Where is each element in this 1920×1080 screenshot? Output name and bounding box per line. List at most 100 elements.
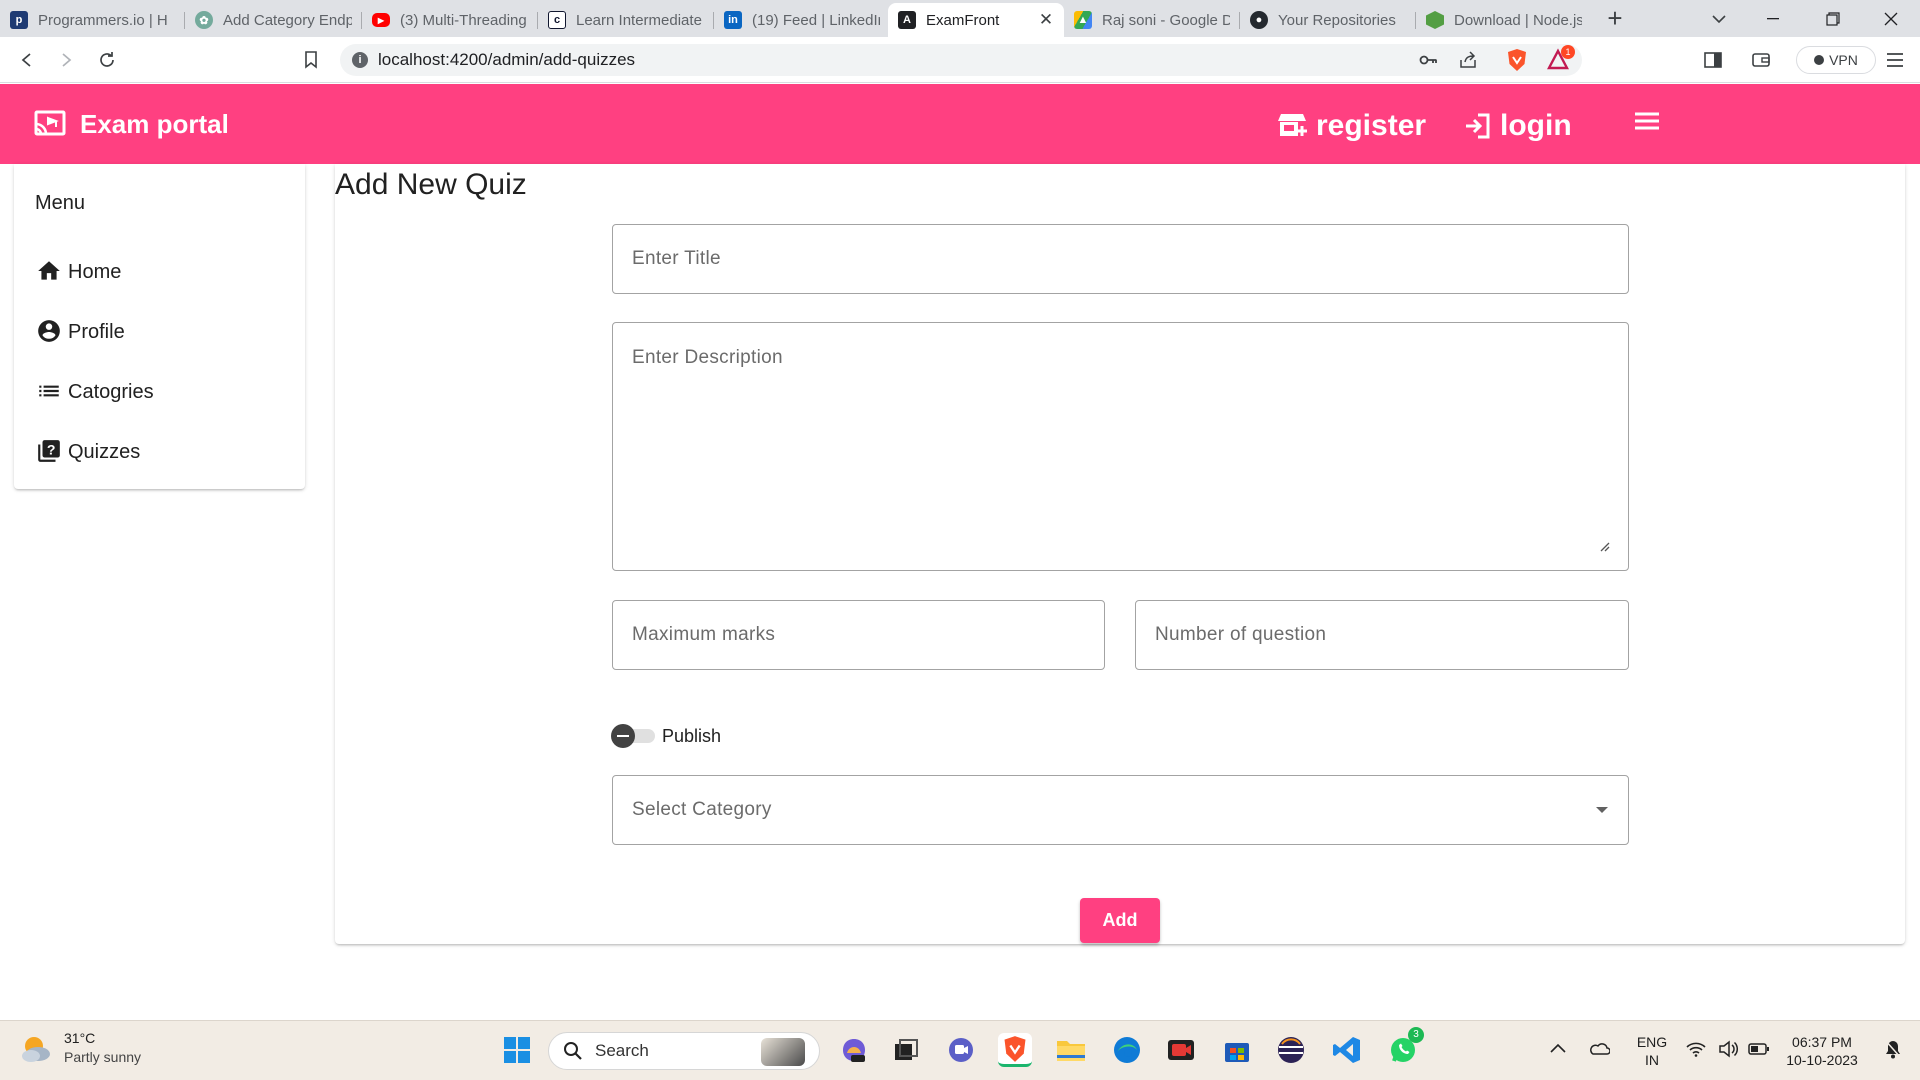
github-icon: ● <box>1250 11 1268 29</box>
browser-tab[interactable]: ✿ Add Category Endp <box>185 3 362 37</box>
tab-title: (3) Multi-Threading <box>400 11 527 29</box>
eclipse-icon[interactable] <box>1274 1033 1308 1067</box>
num-questions-field[interactable] <box>1135 600 1629 670</box>
browser-tab[interactable]: in (19) Feed | LinkedIn <box>714 3 890 37</box>
sidebar-item-label: Profile <box>68 321 125 343</box>
microsoft-store-icon[interactable] <box>1220 1033 1254 1067</box>
browser-tab[interactable]: Download | Node.js <box>1416 3 1592 37</box>
language-label: ENG <box>1636 1034 1668 1050</box>
wallet-icon[interactable] <box>1746 45 1776 75</box>
share-icon[interactable] <box>1458 50 1478 70</box>
reload-icon[interactable] <box>92 45 122 75</box>
sidebar-item-label: Quizzes <box>68 441 141 463</box>
brand-name: Exam portal <box>80 108 229 139</box>
volume-icon[interactable] <box>1718 1040 1738 1058</box>
description-input[interactable] <box>613 323 1628 570</box>
tab-title: ExamFront <box>926 11 1000 29</box>
sidebar-item-home[interactable]: Home <box>36 250 121 284</box>
sidebar-item-label: Catogries <box>68 381 154 403</box>
max-marks-field[interactable] <box>612 600 1105 670</box>
login-link[interactable]: login <box>1464 108 1572 144</box>
weather-temp: 31°C <box>64 1030 96 1046</box>
bookmark-icon[interactable] <box>296 45 326 75</box>
clock-date: 10-10-2023 <box>1786 1052 1858 1068</box>
tab-title: Download | Node.js <box>1454 11 1582 29</box>
description-field[interactable] <box>612 322 1629 571</box>
app-navbar: Exam portal register login <box>0 84 1920 164</box>
copilot-icon[interactable] <box>837 1033 871 1067</box>
browser-tab[interactable]: p Programmers.io | H <box>0 3 185 37</box>
browser-tab-active[interactable]: A ExamFront ✕ <box>888 3 1064 37</box>
browser-menu-icon[interactable] <box>1880 45 1910 75</box>
taskbar-search-label: Search <box>595 1041 649 1060</box>
password-key-icon[interactable] <box>1418 50 1438 70</box>
windows-start-icon[interactable] <box>500 1033 534 1067</box>
forward-icon[interactable] <box>51 45 81 75</box>
whatsapp-icon[interactable]: 3 <box>1386 1027 1424 1067</box>
minimize-icon[interactable] <box>1750 0 1796 37</box>
sidebar-toggle-icon[interactable] <box>1698 45 1728 75</box>
title-input[interactable] <box>613 225 1628 293</box>
screen-recorder-icon[interactable] <box>1164 1033 1198 1067</box>
browser-tab[interactable]: ▲ Raj soni - Google D <box>1064 3 1240 37</box>
weather-widget[interactable]: 31°C Partly sunny <box>18 1029 141 1067</box>
store-icon <box>1278 114 1307 136</box>
clock[interactable]: 06:37 PM 10-10-2023 <box>1776 1033 1868 1069</box>
teams-chat-icon[interactable] <box>944 1033 978 1067</box>
account-circle-icon <box>38 320 60 342</box>
category-select[interactable]: Select Category <box>612 775 1629 845</box>
tab-title: Learn Intermediate <box>576 11 702 29</box>
vpn-label: VPN <box>1829 52 1858 68</box>
title-field[interactable] <box>612 224 1629 294</box>
battery-icon[interactable] <box>1748 1042 1770 1056</box>
sidebar-item-quizzes[interactable]: ? Quizzes <box>36 430 140 464</box>
num-questions-input[interactable] <box>1136 601 1628 669</box>
address-bar[interactable]: i localhost:4200/admin/add-quizzes <box>340 44 1582 76</box>
add-quiz-card: Add New Quiz Publish Select Category Add <box>335 164 1905 944</box>
task-view-icon[interactable] <box>889 1033 923 1067</box>
quiz-icon: ? <box>38 440 60 462</box>
add-quiz-button[interactable]: Add <box>1080 898 1160 943</box>
vpn-status-icon <box>1814 55 1825 65</box>
taskbar-search[interactable]: Search <box>548 1032 820 1070</box>
restore-icon[interactable] <box>1810 0 1856 37</box>
browser-tab[interactable]: ▶ (3) Multi-Threading <box>362 3 538 37</box>
toggle-off-icon <box>611 724 635 748</box>
language-indicator[interactable]: ENG IN <box>1632 1033 1672 1069</box>
brave-browser-icon[interactable] <box>998 1033 1032 1067</box>
search-icon <box>564 1042 582 1060</box>
site-info-icon[interactable]: i <box>352 52 368 68</box>
onedrive-icon[interactable] <box>1588 1041 1610 1055</box>
sidebar: Menu Home Profile Catogries ? Quizzes <box>14 164 305 489</box>
register-link[interactable]: register <box>1278 108 1426 144</box>
edge-icon[interactable] <box>1110 1033 1144 1067</box>
new-tab-icon[interactable]: + <box>1592 0 1638 37</box>
weather-condition: Partly sunny <box>64 1049 142 1065</box>
chatgpt-icon: ✿ <box>195 11 213 29</box>
max-marks-input[interactable] <box>613 601 1104 669</box>
vscode-icon[interactable] <box>1330 1033 1364 1067</box>
windows-taskbar: 31°C Partly sunny Search 3 ENG IN 06:37 … <box>0 1020 1920 1080</box>
brave-rewards-icon[interactable]: 1 <box>1545 45 1575 75</box>
sidebar-item-categories[interactable]: Catogries <box>36 370 154 404</box>
sidebar-heading: Menu <box>35 192 86 214</box>
cast-for-education-icon <box>34 110 66 136</box>
tab-search-icon[interactable] <box>1696 0 1742 37</box>
show-hidden-icons-icon[interactable] <box>1550 1043 1566 1053</box>
hamburger-menu-icon[interactable] <box>1634 110 1662 138</box>
brand[interactable]: Exam portal <box>34 106 229 142</box>
notification-bell-icon[interactable] <box>1884 1039 1902 1059</box>
back-icon[interactable] <box>12 45 42 75</box>
close-tab-icon[interactable]: ✕ <box>1038 11 1054 28</box>
browser-tab[interactable]: c Learn Intermediate <box>538 3 714 37</box>
brave-shield-icon[interactable] <box>1502 45 1532 75</box>
file-explorer-icon[interactable] <box>1054 1033 1088 1067</box>
browser-tab[interactable]: ● Your Repositories <box>1240 3 1416 37</box>
close-window-icon[interactable] <box>1868 0 1914 37</box>
google-drive-icon: ▲ <box>1074 11 1092 29</box>
vpn-button[interactable]: VPN <box>1796 46 1876 74</box>
resize-handle-icon[interactable] <box>1600 542 1610 552</box>
wifi-icon[interactable] <box>1686 1041 1706 1057</box>
publish-toggle[interactable] <box>611 724 657 748</box>
sidebar-item-profile[interactable]: Profile <box>36 310 125 344</box>
